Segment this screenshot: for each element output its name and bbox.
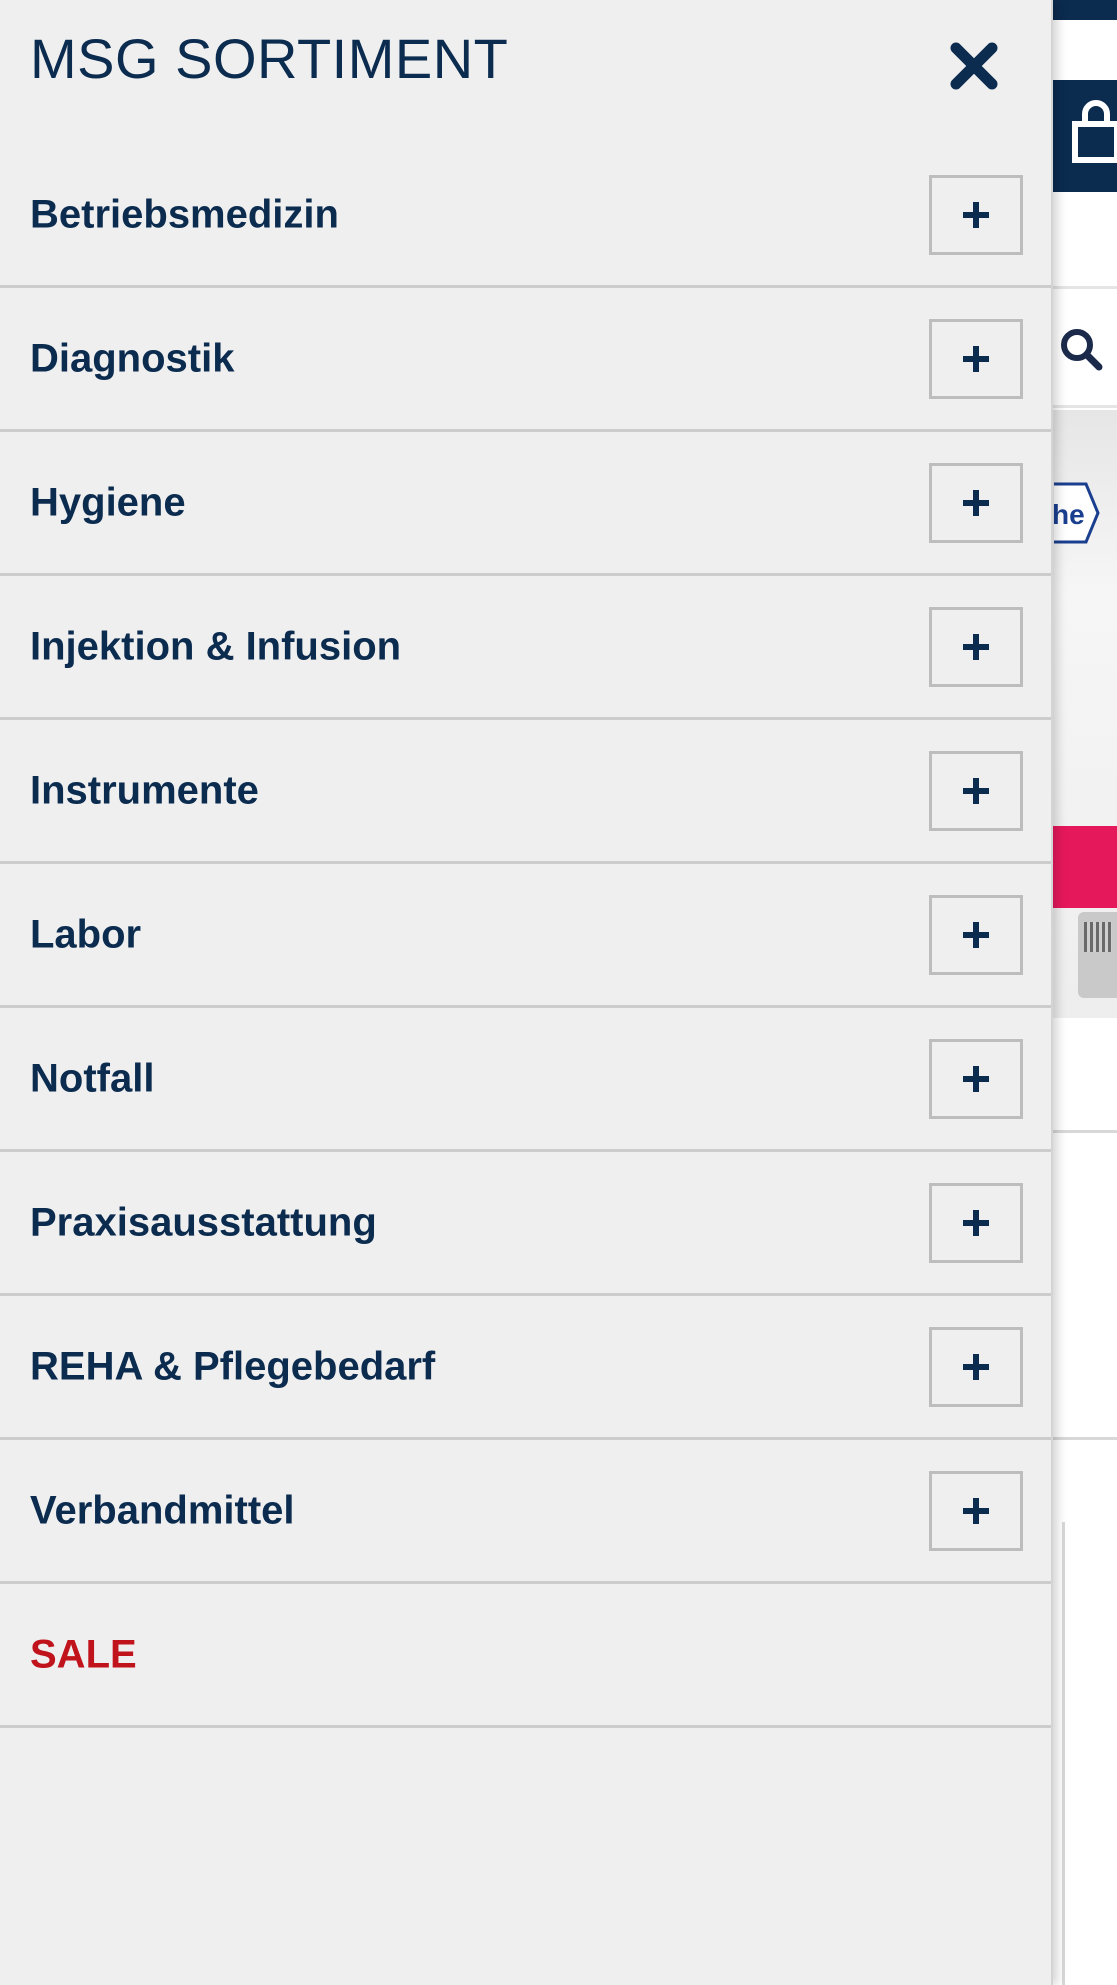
menu-item-label: Injektion & Infusion — [30, 624, 402, 668]
menu-item-label: Labor — [30, 912, 142, 956]
plus-icon — [963, 1497, 989, 1524]
divider — [1053, 1130, 1117, 1133]
expand-button[interactable] — [929, 1470, 1023, 1551]
menu-item-diagnostik[interactable]: Diagnostik — [0, 288, 1051, 432]
expand-button[interactable] — [929, 462, 1023, 543]
divider — [1062, 1522, 1065, 1985]
menu-item-reha-pflegebedarf[interactable]: REHA & Pflegebedarf — [0, 1296, 1051, 1440]
plus-icon — [963, 345, 989, 372]
partner-logo-text: he — [1052, 499, 1085, 530]
expand-button[interactable] — [929, 1182, 1023, 1263]
menu-item-labor[interactable]: Labor — [0, 864, 1051, 1008]
background-top-bar — [1053, 0, 1117, 20]
hero-accent-band — [1053, 826, 1117, 908]
expand-button[interactable] — [929, 606, 1023, 687]
close-menu-button[interactable] — [944, 36, 1004, 96]
plus-icon — [963, 1209, 989, 1236]
menu-header: MSG SORTIMENT — [0, 0, 1051, 144]
plus-icon — [963, 1065, 989, 1092]
search-button[interactable] — [1053, 286, 1117, 408]
menu-item-betriebsmedizin[interactable]: Betriebsmedizin — [0, 144, 1051, 288]
expand-button[interactable] — [929, 894, 1023, 975]
menu-item-label: Instrumente — [30, 768, 259, 812]
hero-product-image — [1078, 912, 1117, 998]
expand-button[interactable] — [929, 318, 1023, 399]
divider — [1053, 1437, 1117, 1440]
close-icon — [950, 42, 998, 90]
menu-item-label: Notfall — [30, 1056, 155, 1100]
menu-item-hygiene[interactable]: Hygiene — [0, 432, 1051, 576]
plus-icon — [963, 201, 989, 228]
cart-button[interactable] — [1053, 80, 1117, 192]
expand-button[interactable] — [929, 1038, 1023, 1119]
menu-item-notfall[interactable]: Notfall — [0, 1008, 1051, 1152]
menu-item-instrumente[interactable]: Instrumente — [0, 720, 1051, 864]
menu-item-label: Praxisausstattung — [30, 1200, 377, 1244]
plus-icon — [963, 777, 989, 804]
menu-item-verbandmittel[interactable]: Verbandmittel — [0, 1440, 1051, 1584]
menu-item-label: REHA & Pflegebedarf — [30, 1344, 436, 1388]
menu-item-injektion-infusion[interactable]: Injektion & Infusion — [0, 576, 1051, 720]
menu-item-label: Diagnostik — [30, 336, 235, 380]
menu-item-label: Betriebsmedizin — [30, 192, 339, 236]
plus-icon — [963, 921, 989, 948]
menu-item-label: SALE — [30, 1632, 137, 1676]
plus-icon — [963, 1353, 989, 1380]
menu-item-label: Verbandmittel — [30, 1488, 295, 1532]
expand-button[interactable] — [929, 1326, 1023, 1407]
category-list: Betriebsmedizin Diagnostik Hygiene Injek… — [0, 144, 1051, 1728]
category-menu: MSG SORTIMENT Betriebsmedizin Diagnostik… — [0, 0, 1053, 1985]
shopping-bag-icon — [1072, 100, 1117, 163]
menu-title: MSG SORTIMENT — [30, 27, 509, 90]
search-icon — [1061, 329, 1103, 371]
expand-button[interactable] — [929, 750, 1023, 831]
plus-icon — [963, 633, 989, 660]
menu-item-sale[interactable]: SALE — [0, 1584, 1051, 1728]
menu-item-praxisausstattung[interactable]: Praxisausstattung — [0, 1152, 1051, 1296]
menu-item-label: Hygiene — [30, 480, 186, 524]
expand-button[interactable] — [929, 174, 1023, 255]
plus-icon — [963, 489, 989, 516]
